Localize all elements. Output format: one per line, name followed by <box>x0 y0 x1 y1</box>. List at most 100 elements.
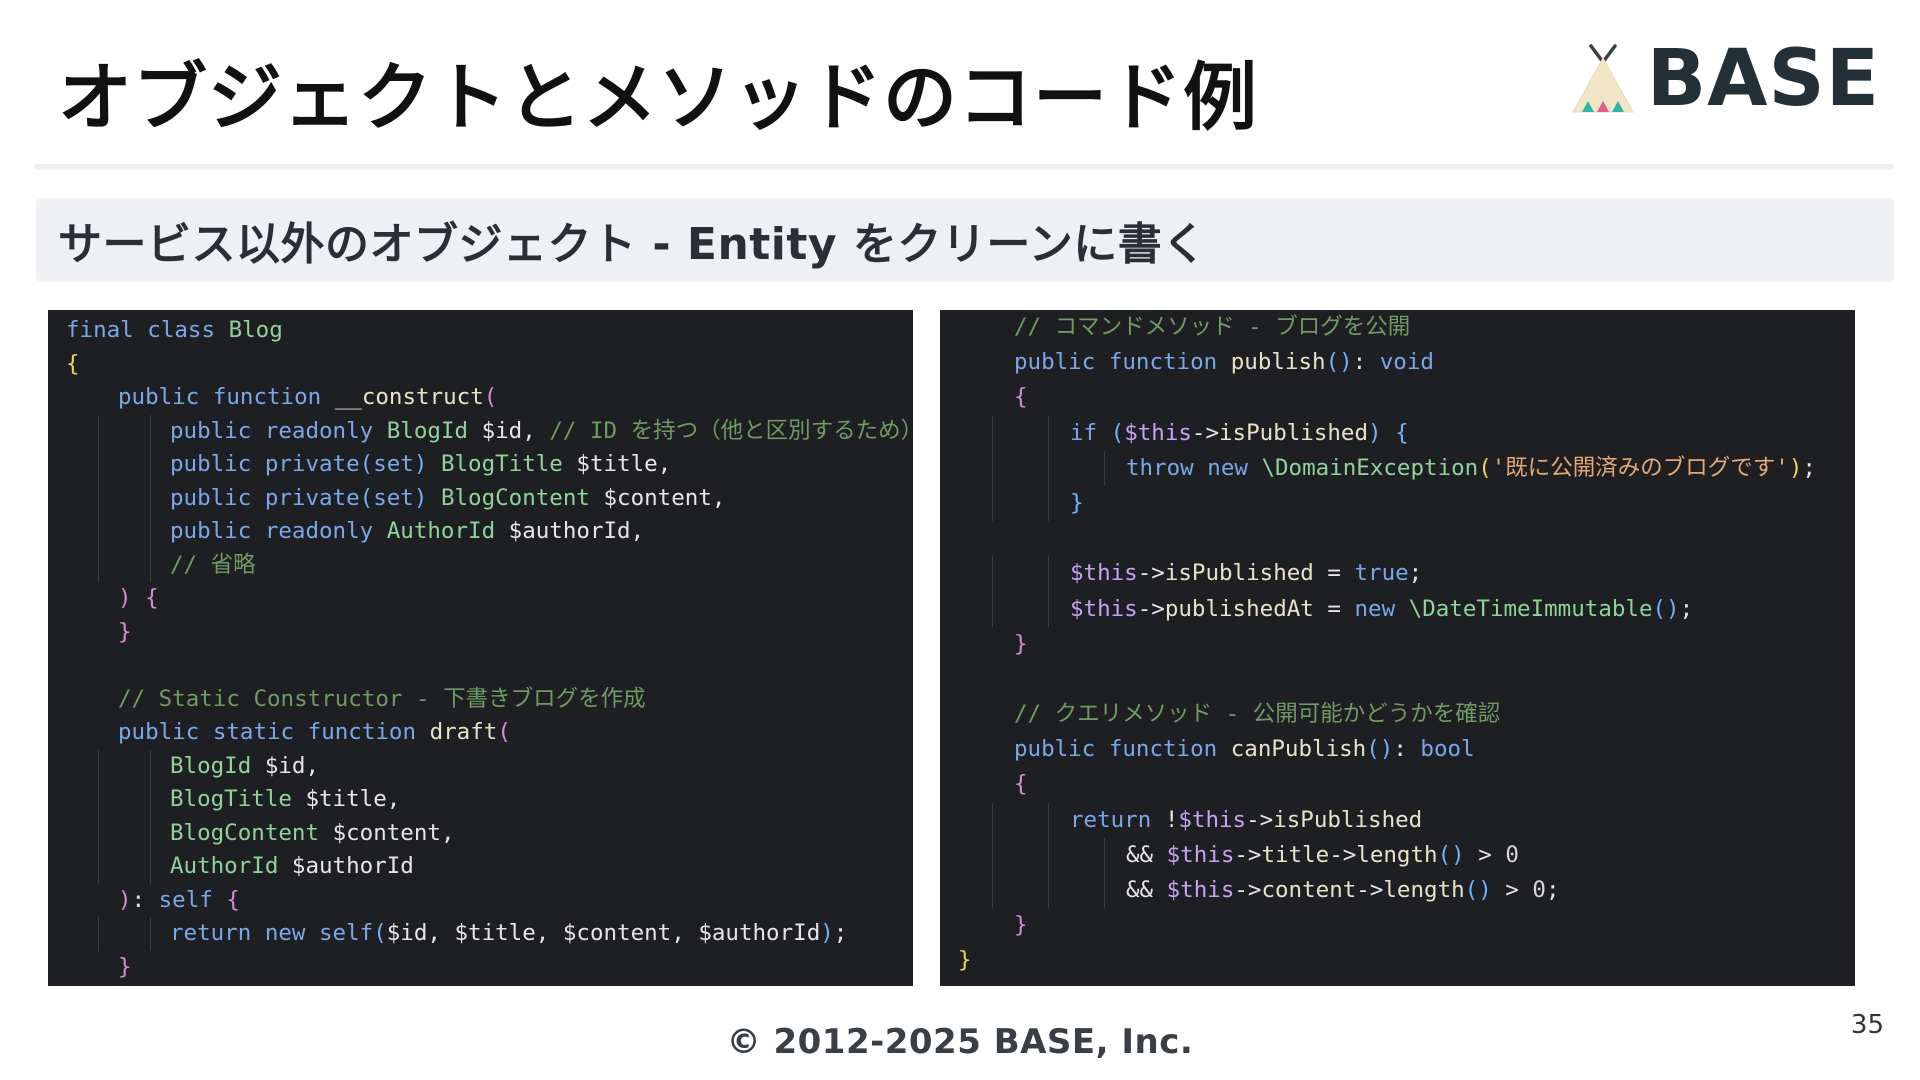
code-line: final class Blog <box>66 314 913 348</box>
code-token: , <box>630 518 645 544</box>
indent-guide <box>1048 591 1049 627</box>
code-line: public function publish(): void <box>958 345 1855 380</box>
code-token: AuthorId <box>170 853 292 879</box>
indent-guide <box>150 414 151 448</box>
code-token: $authorId <box>698 920 821 946</box>
code-token: $title <box>576 451 658 477</box>
indent-guide <box>150 481 151 515</box>
code-token: new <box>1207 454 1262 481</box>
code-token: isPublished <box>1219 419 1369 446</box>
code-token: self <box>158 886 227 913</box>
code-token: function <box>1108 736 1231 763</box>
code-token: -> <box>1329 841 1357 868</box>
code-token: $content <box>562 920 672 946</box>
indent-guide <box>992 802 993 838</box>
code-token: // クエリメソッド - 公開可能かどうかを確認 <box>1014 701 1501 728</box>
code-line: public function canPublish(): bool <box>958 732 1855 767</box>
code-token: > <box>1491 877 1533 903</box>
code-line: return !$this->isPublished <box>958 802 1855 838</box>
code-token: if <box>1070 419 1111 446</box>
indent-guide <box>1104 873 1105 909</box>
code-token: ( <box>1478 454 1492 481</box>
code-token: function <box>1108 349 1231 376</box>
copyright-footer: © 2012-2025 BASE, Inc. <box>726 1022 1194 1062</box>
code-token: { <box>145 585 159 611</box>
code-token: void <box>1379 349 1434 376</box>
code-token: $authorId <box>291 853 414 879</box>
code-line: public static function draft( <box>66 716 913 750</box>
code-token: -> <box>1246 806 1274 833</box>
code-token: $authorId <box>508 518 631 544</box>
code-panel-right: // コマンドメソッド - ブログを公開 public function publ… <box>940 310 1855 986</box>
code-token: public <box>170 417 265 444</box>
code-line: BlogId $id, <box>66 749 913 783</box>
code-token: { <box>226 886 240 913</box>
code-line: public private(set) BlogTitle $title, <box>66 448 913 482</box>
code-line: $this->publishedAt = new \DateTimeImmuta… <box>958 591 1855 627</box>
code-line: // 省略 <box>66 548 913 582</box>
code-token: () <box>1437 841 1465 868</box>
code-token: { <box>1014 384 1028 411</box>
header-divider <box>34 164 1894 170</box>
indent-guide <box>98 448 99 482</box>
code-token: $content <box>332 819 441 846</box>
code-token: { <box>66 350 80 377</box>
code-line: public private(set) BlogContent $content… <box>66 481 913 515</box>
code-token: } <box>1014 912 1028 939</box>
logo-text: BASE <box>1646 34 1880 124</box>
code-line: } <box>958 908 1855 943</box>
code-token: return <box>1070 806 1165 833</box>
code-token: && <box>1126 877 1167 903</box>
code-line: ) { <box>66 582 913 616</box>
code-line: } <box>958 485 1855 522</box>
code-token: ! <box>1164 806 1179 833</box>
code-token: -> <box>1356 877 1384 903</box>
code-token: , <box>427 920 455 946</box>
code-token: : <box>1393 736 1421 763</box>
code-line: public readonly BlogId $id, // ID を持つ（他と… <box>66 414 913 448</box>
code-token: BlogContent <box>170 819 333 846</box>
indent-guide <box>992 837 993 873</box>
code-token: $id <box>481 417 523 444</box>
code-token: return <box>170 920 265 946</box>
code-token: $this <box>1178 806 1247 833</box>
indent-guide <box>992 556 993 592</box>
code-token: && <box>1126 841 1167 868</box>
code-token: isPublished <box>1273 806 1423 833</box>
code-token: () <box>1366 736 1394 763</box>
code-token: { <box>1395 419 1409 446</box>
code-token: ; <box>1802 454 1816 481</box>
code-token: } <box>958 947 972 974</box>
indent-guide <box>992 591 993 627</box>
code-token: // ID を持つ（他と区別するため） <box>549 417 913 444</box>
code-token: draft <box>429 719 498 745</box>
indent-guide <box>1048 837 1049 873</box>
code-token: : <box>1352 349 1380 376</box>
code-token: -> <box>1234 877 1262 903</box>
code-line: public readonly AuthorId $authorId, <box>66 515 913 549</box>
code-line: BlogContent $content, <box>66 816 913 850</box>
code-token: length <box>1383 877 1465 903</box>
code-token: = <box>1313 560 1355 587</box>
code-token: , <box>305 752 320 779</box>
code-token: \DateTimeImmutable <box>1408 595 1653 622</box>
indent-guide <box>98 917 99 951</box>
code-token: set <box>373 451 414 477</box>
code-token: // Static Constructor - 下書きブログを作成 <box>118 685 646 712</box>
indent-guide <box>98 816 99 850</box>
code-lines-left: final class Blog{public function __const… <box>66 310 913 984</box>
indent-guide <box>98 548 99 582</box>
code-token: BlogContent <box>440 484 604 511</box>
indent-guide <box>1048 873 1049 909</box>
code-token: } <box>118 618 132 645</box>
indent-guide <box>1048 802 1049 838</box>
code-token: $this <box>1070 560 1138 587</box>
code-token: public <box>1014 736 1109 763</box>
indent-guide <box>150 548 151 582</box>
code-token: // 省略 <box>170 551 256 578</box>
code-line: // クエリメソッド - 公開可能かどうかを確認 <box>958 697 1855 732</box>
code-token: new <box>264 920 320 946</box>
